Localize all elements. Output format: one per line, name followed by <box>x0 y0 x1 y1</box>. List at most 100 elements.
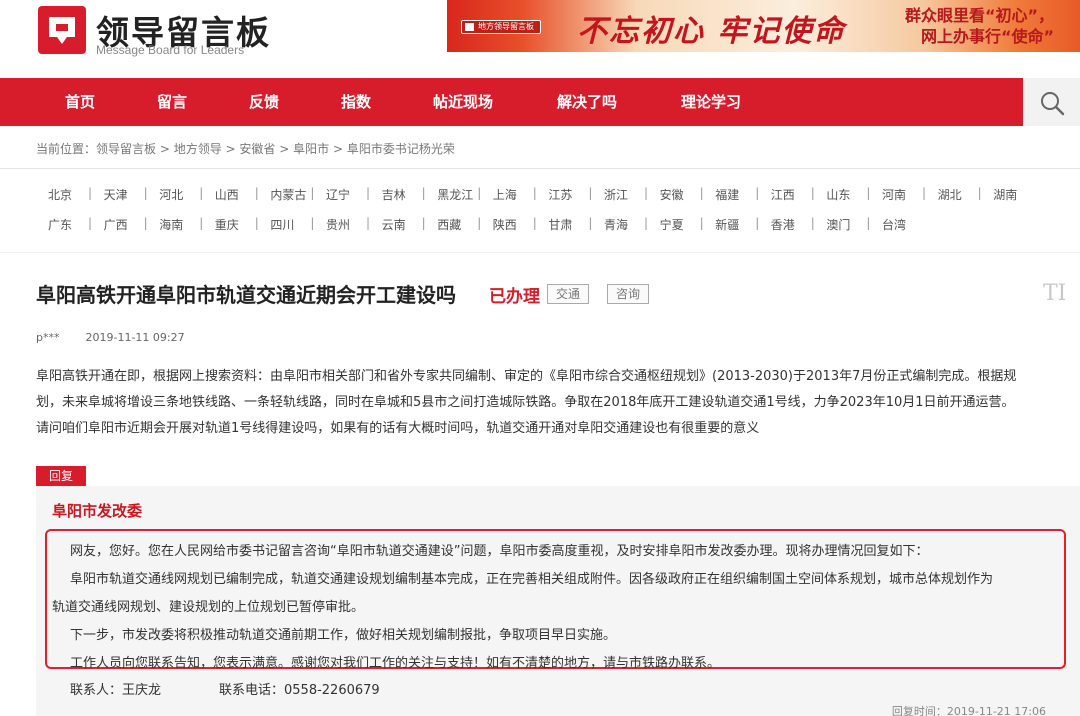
province-link[interactable]: 江西 <box>771 186 795 203</box>
search-button[interactable] <box>1023 78 1080 126</box>
province-separator: | <box>977 186 982 200</box>
tag-consult[interactable]: 咨询 <box>607 284 650 304</box>
province-link[interactable]: 湖南 <box>993 186 1017 203</box>
reply-line: 阜阳市轨道交通线网规划已编制完成，轨道交通建设规划编制基本完成，正在完善相关组成… <box>70 572 994 587</box>
breadcrumb-item[interactable]: 阜阳市委书记杨光荣 <box>347 142 455 156</box>
province-link[interactable]: 湖北 <box>938 186 962 203</box>
province-link[interactable]: 河南 <box>882 186 906 203</box>
reply-line: 网友，您好。您在人民网给市委书记留言咨询“阜阳市轨道交通建设”问题，阜阳市委高度… <box>70 544 929 559</box>
breadcrumb-item[interactable]: 领导留言板 <box>96 142 156 156</box>
reply-line: 工作人员向您联系告知，您表示满意。感谢您对我们工作的关注与支持！如有不清楚的地方… <box>70 656 721 671</box>
province-separator: | <box>421 186 426 200</box>
nav-messages[interactable]: 留言 <box>157 78 187 126</box>
reply-org: 阜阳市发改委 <box>52 502 143 520</box>
province-link[interactable]: 澳门 <box>826 216 850 233</box>
province-link[interactable]: 甘肃 <box>548 216 572 233</box>
province-link[interactable]: 江苏 <box>548 186 572 203</box>
reply-line: 轨道交通线网规划、建设规划的上位规划已暂停审批。 <box>52 600 365 615</box>
province-link[interactable]: 陕西 <box>493 216 517 233</box>
post-date: 2019-11-11 09:27 <box>85 331 185 344</box>
province-separator: | <box>310 216 315 230</box>
province-link[interactable]: 天津 <box>104 186 128 203</box>
divider <box>0 252 1080 253</box>
province-separator: | <box>532 216 537 230</box>
nav-feedback[interactable]: 反馈 <box>249 78 279 126</box>
province-link[interactable]: 新疆 <box>715 216 739 233</box>
site-logo[interactable]: 领导留言板 Message Board for Leaders <box>38 6 278 57</box>
post-meta: p*** 2019-11-11 09:27 <box>36 331 185 344</box>
search-icon <box>1041 92 1065 116</box>
reply-tag: 回复 <box>36 466 86 486</box>
province-link[interactable]: 内蒙古 <box>270 186 306 203</box>
province-link[interactable]: 西藏 <box>437 216 461 233</box>
breadcrumb-separator: > <box>329 142 347 156</box>
province-separator: | <box>199 216 204 230</box>
province-separator: | <box>755 186 760 200</box>
breadcrumb-separator: > <box>156 142 174 156</box>
province-separator: | <box>254 186 259 200</box>
nav-home[interactable]: 首页 <box>65 78 95 126</box>
post-body-line: 划，未来阜城将增设三条地铁线路、一条轻轨线路，同时在阜城和5县市之间打造城际铁路… <box>36 395 1015 410</box>
contact-phone: 联系电话：0558-2260679 <box>219 683 380 698</box>
breadcrumb-item[interactable]: 阜阳市 <box>293 142 329 156</box>
province-link[interactable]: 上海 <box>493 186 517 203</box>
province-separator: | <box>644 186 649 200</box>
province-link[interactable]: 广东 <box>48 216 72 233</box>
province-link[interactable]: 福建 <box>715 186 739 203</box>
province-link[interactable]: 云南 <box>382 216 406 233</box>
post-body: 阜阳高铁开通在即，根据网上搜索资料：由阜阳市相关部门和省外专家共同编制、审定的《… <box>36 364 1076 442</box>
province-separator: | <box>366 186 371 200</box>
province-separator: | <box>88 216 93 230</box>
province-link[interactable]: 安徽 <box>660 186 684 203</box>
breadcrumb-item[interactable]: 地方领导 <box>174 142 222 156</box>
province-link[interactable]: 吉林 <box>382 186 406 203</box>
main-nav: 首页 留言 反馈 指数 帖近现场 解决了吗 理论学习 <box>0 78 1023 126</box>
banner-right-line2: 网上办事行“使命” <box>920 27 1054 46</box>
breadcrumb-item[interactable]: 安徽省 <box>239 142 275 156</box>
banner-logo: 地方领导留言板 <box>461 20 541 34</box>
breadcrumb: 当前位置：领导留言板 > 地方领导 > 安徽省 > 阜阳市 > 阜阳市委书记杨光… <box>36 140 455 157</box>
province-separator: | <box>310 186 315 200</box>
province-link[interactable]: 台湾 <box>882 216 906 233</box>
province-separator: | <box>755 216 760 230</box>
province-separator: | <box>254 216 259 230</box>
font-size-icon[interactable]: TI <box>1043 281 1066 306</box>
nav-theory[interactable]: 理论学习 <box>681 78 741 126</box>
province-link[interactable]: 北京 <box>48 186 72 203</box>
nav-on-site[interactable]: 帖近现场 <box>433 78 493 126</box>
province-link[interactable]: 黑龙江 <box>437 186 473 203</box>
province-separator: | <box>588 216 593 230</box>
logo-mark-icon <box>38 6 86 54</box>
province-link[interactable]: 香港 <box>771 216 795 233</box>
tag-traffic[interactable]: 交通 <box>547 284 590 304</box>
province-link[interactable]: 贵州 <box>326 216 350 233</box>
province-link[interactable]: 海南 <box>159 216 183 233</box>
promo-banner[interactable]: 地方领导留言板 不忘初心 牢记使命 群众眼里看“初心”， 网上办事行“使命” <box>447 0 1080 52</box>
status-badge: 已办理 <box>489 287 540 307</box>
reply-line: 下一步，市发改委将积极推动轨道交通前期工作，做好相关规划编制报批，争取项目早日实… <box>70 628 617 643</box>
nav-index[interactable]: 指数 <box>341 78 371 126</box>
post-body-line: 请问咱们阜阳市近期会开展对轨道1号线得建设吗，如果有的话有大概时间吗，轨道交通开… <box>36 421 760 436</box>
province-separator: | <box>588 186 593 200</box>
site-header: 领导留言板 Message Board for Leaders 地方领导留言板 … <box>0 0 1080 68</box>
breadcrumb-separator: > <box>221 142 240 156</box>
province-link[interactable]: 辽宁 <box>326 186 350 203</box>
breadcrumb-prefix: 当前位置： <box>36 142 97 156</box>
province-separator: | <box>477 186 482 200</box>
nav-resolved[interactable]: 解决了吗 <box>557 78 617 126</box>
breadcrumb-separator: > <box>275 142 294 156</box>
province-link[interactable]: 山西 <box>215 186 239 203</box>
province-separator: | <box>699 186 704 200</box>
province-link[interactable]: 四川 <box>270 216 294 233</box>
province-link[interactable]: 重庆 <box>215 216 239 233</box>
province-link[interactable]: 浙江 <box>604 186 628 203</box>
province-separator: | <box>143 216 148 230</box>
province-link[interactable]: 宁夏 <box>660 216 684 233</box>
province-link[interactable]: 广西 <box>104 216 128 233</box>
province-link[interactable]: 河北 <box>159 186 183 203</box>
reply-time: 回复时间：2019-11-21 17:06 <box>891 705 1046 716</box>
province-separator: | <box>810 216 815 230</box>
province-link[interactable]: 青海 <box>604 216 628 233</box>
province-link[interactable]: 山东 <box>826 186 850 203</box>
banner-right-line1: 群众眼里看“初心”， <box>904 6 1054 25</box>
